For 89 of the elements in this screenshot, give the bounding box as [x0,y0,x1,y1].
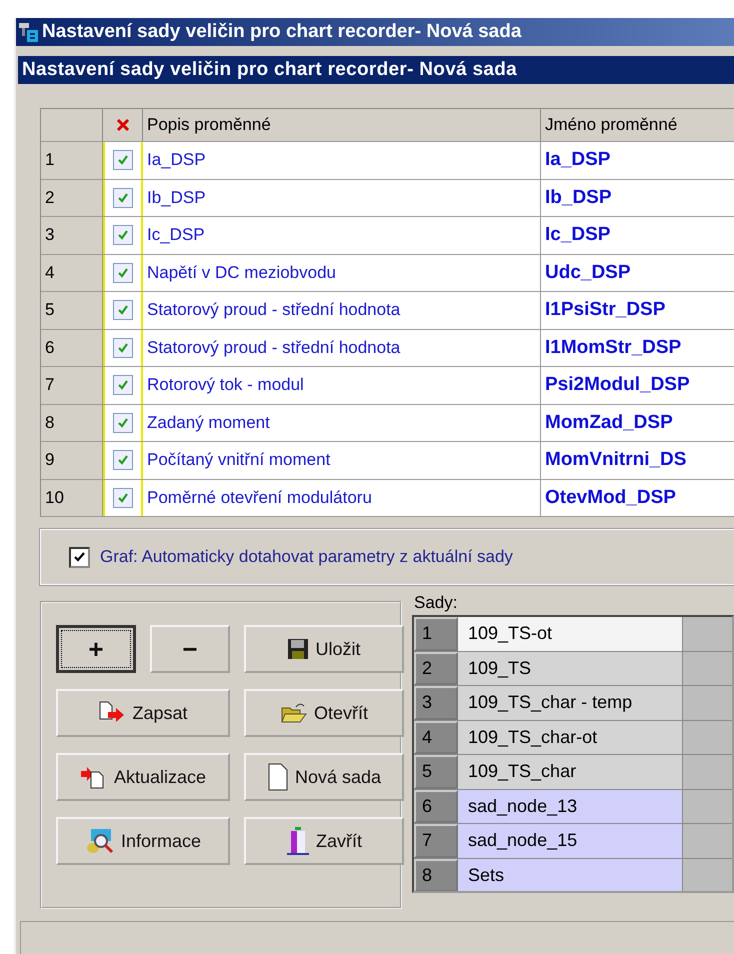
table-cell: Ic_DSP [143,217,541,254]
row-number: 1 [41,142,103,178]
save-button[interactable]: Uložit [244,625,404,673]
table-cell-text: MomVnitrni_DS [544,448,688,472]
checkbox[interactable] [113,188,133,208]
list-item[interactable]: 109_TS-ot [458,617,683,650]
checkbox[interactable] [113,225,133,246]
table-cell-text: MomZad_DSP [544,410,674,435]
new-button[interactable]: Nová sada [244,753,404,801]
check-icon [116,153,130,168]
checkbox[interactable] [69,546,90,568]
table-cell: Ia_DSP [143,142,541,178]
checkbox[interactable] [113,375,133,396]
checkbox[interactable] [113,150,133,170]
row-number: 9 [41,442,103,478]
app-icon [18,21,40,43]
table-cell: Statorový proud - střední hodnota [143,330,541,366]
check-icon [73,550,86,564]
document-arrow-icon [98,701,126,725]
table-cell-text: Psi2Modul_DSP [544,373,691,398]
table-cell: Statorový proud - střední hodnota [143,292,541,328]
check-icon [116,340,130,355]
sets-label: Sady: [414,593,458,613]
checkbox[interactable] [113,488,133,508]
close-button[interactable]: Zavřít [244,817,404,865]
check-icon [116,228,130,242]
row-number: 5 [414,755,458,788]
check-icon [116,490,130,505]
plus-button[interactable]: + [56,625,136,673]
magnifier-icon [84,828,115,854]
row-number: 2 [41,180,103,216]
table-cell: Zadaný moment [143,404,541,441]
list-item[interactable]: 109_TS_char - temp [458,686,683,720]
table-cell-text: I1MomStr_DSP [544,336,682,360]
row-number: 3 [41,217,103,254]
checkbox[interactable] [113,450,133,470]
write-button[interactable]: Zapsat [56,689,230,737]
table-cell-text: Ic_DSP [544,223,612,248]
row-number: 7 [414,824,458,858]
table-cell: Napětí v DC meziobvodu [143,254,541,291]
row-number: 5 [41,292,103,328]
table-cell-text: I1PsiStr_DSP [544,298,666,322]
row-number: 7 [41,367,103,404]
row-number: 6 [414,790,458,823]
check-icon [116,266,130,280]
update-button[interactable]: Aktualizace [56,753,230,801]
list-item[interactable]: 109_TS_char [458,755,683,788]
info-button[interactable]: Informace [56,817,230,865]
blank-page-icon [266,763,289,791]
list-item[interactable]: Sets [458,858,683,891]
column-header[interactable]: Jméno proměnné [541,109,734,141]
check-icon [116,416,130,430]
window-title: Nastavení sady veličin pro chart recorder- Nová sada [42,21,522,43]
table-cell: Rotorový tok - modul [143,367,541,404]
folder-icon [280,702,308,724]
row-number: 1 [414,617,458,650]
row-number: 4 [414,720,458,754]
check-icon [116,303,130,318]
checkbox[interactable] [113,412,133,433]
open-button[interactable]: Otevřít [244,689,404,737]
row-number: 8 [41,404,103,441]
row-number: 10 [41,480,103,516]
table-cell: Poměrné otevření modulátoru [143,480,541,516]
check-icon [116,378,130,392]
door-icon [286,827,310,855]
table-cell-text: Ib_DSP [544,186,613,210]
table-cell-text: Udc_DSP [544,260,632,285]
column-header[interactable]: Popis proměnné [143,109,541,141]
table-cell-text: OtevMod_DSP [544,486,677,510]
checkbox[interactable] [113,300,133,320]
list-item[interactable]: sad_node_15 [458,824,683,858]
row-number: 3 [414,686,458,720]
row-number: 2 [414,652,458,685]
table-cell-text: Ia_DSP [544,148,612,172]
minus-button[interactable]: − [150,625,230,673]
row-number: 6 [41,330,103,366]
row-number: 4 [41,254,103,291]
dialog-title: Nastavení sady veličin pro chart recorder- Nová sada [18,56,734,84]
check-icon [116,190,130,205]
delete-icon [116,118,130,132]
table-cell: Ib_DSP [143,180,541,216]
check-icon [116,453,130,468]
list-item[interactable]: 109_TS [458,652,683,685]
list-item[interactable]: sad_node_13 [458,790,683,823]
table-cell: Počítaný vnitřní moment [143,442,541,478]
checkbox[interactable] [113,262,133,283]
checkbox[interactable] [113,338,133,358]
row-number: 8 [414,858,458,891]
list-item[interactable]: 109_TS_char-ot [458,720,683,754]
